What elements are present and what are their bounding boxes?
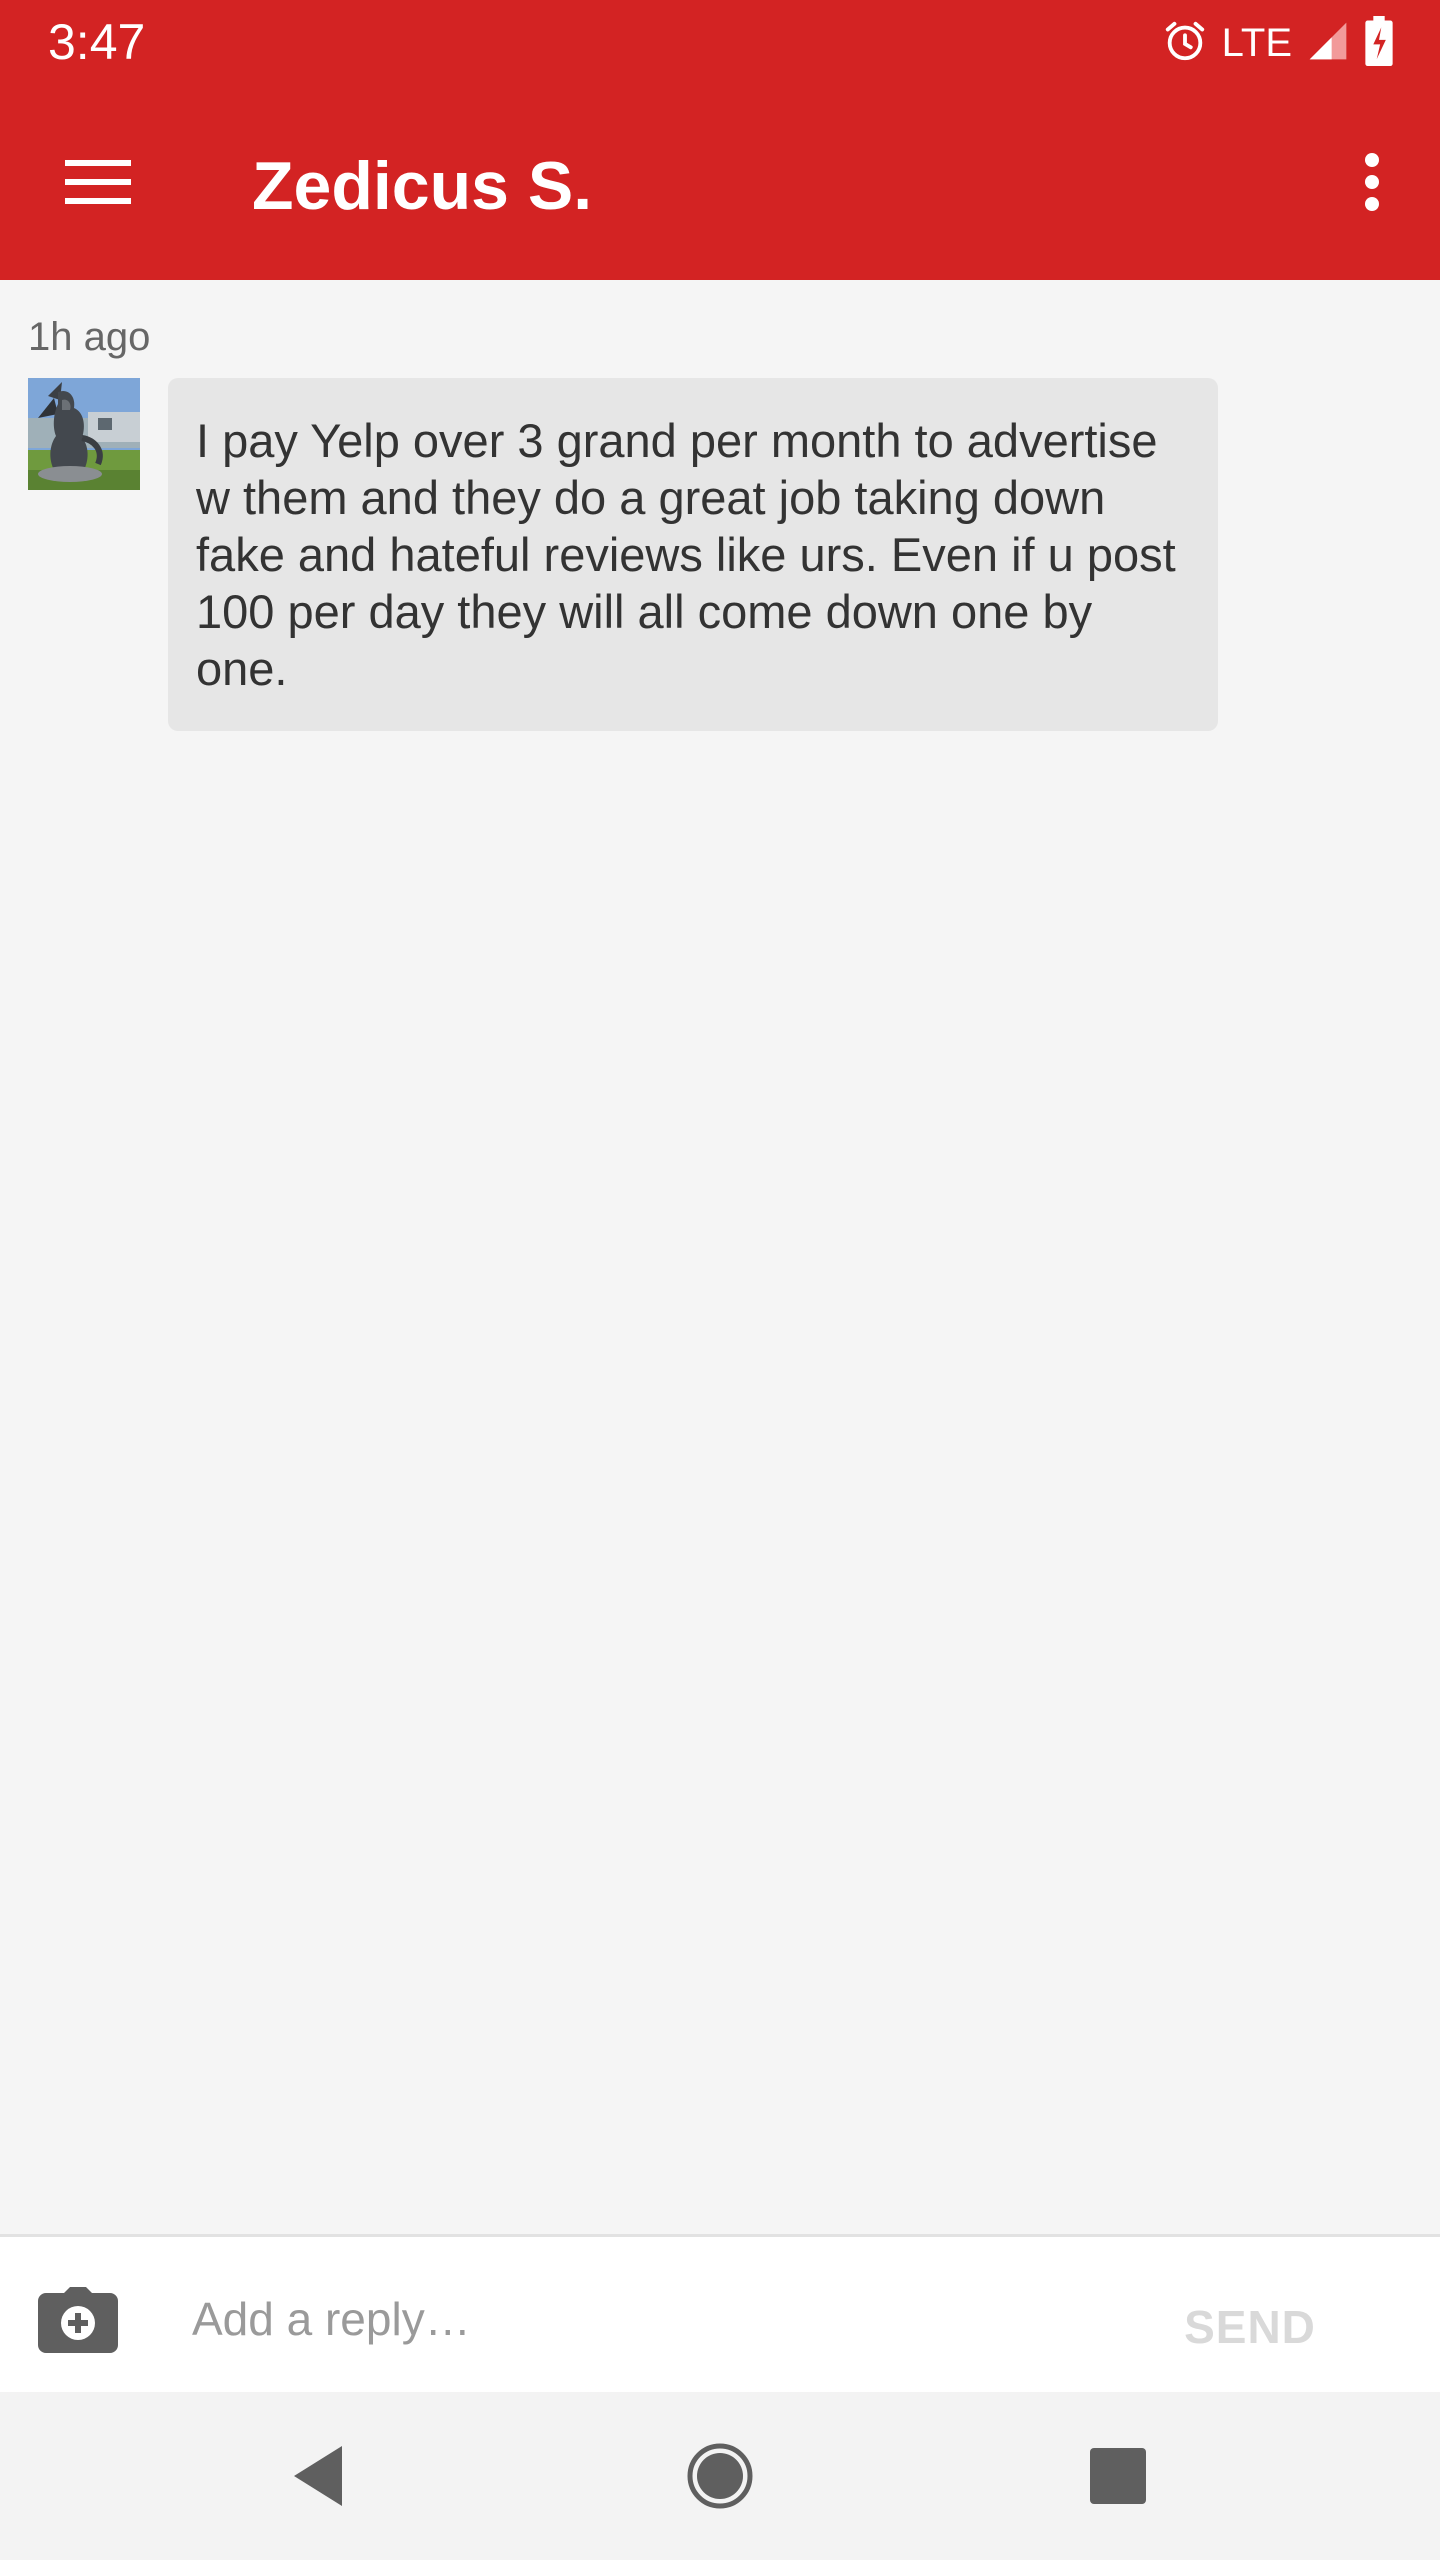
signal-icon [1306,19,1350,68]
send-button[interactable]: SEND [1170,2291,1330,2363]
recents-button[interactable] [1068,2426,1168,2526]
message-bubble: I pay Yelp over 3 grand per month to adv… [168,378,1218,731]
alarm-icon [1162,18,1208,69]
gargoyle-statue-photo [28,378,140,490]
status-time: 3:47 [48,14,146,70]
network-type-label: LTE [1221,21,1292,65]
page-title: Zedicus S. [252,148,593,224]
home-button[interactable] [670,2426,770,2526]
back-button[interactable] [268,2426,368,2526]
menu-button[interactable] [50,140,146,224]
status-icons: LTE [1162,15,1394,71]
app-bar: Zedicus S. [0,84,1440,280]
reply-bar: SEND [0,2234,1440,2392]
hamburger-menu-icon [65,160,131,204]
more-vert-icon [1365,153,1379,211]
add-photo-camera-icon [38,2287,118,2353]
status-bar: 3:47 LTE [0,0,1440,84]
reply-input[interactable] [192,2273,1132,2365]
battery-charging-icon [1364,15,1394,71]
add-photo-button[interactable] [38,2287,122,2359]
screen: 3:47 LTE Zedicus S. 1h ago I pay Yelp ov… [0,0,1440,2560]
avatar[interactable] [28,378,140,490]
system-nav-bar [0,2392,1440,2560]
overflow-menu-button[interactable] [1330,140,1414,224]
message-timestamp: 1h ago [28,315,151,359]
home-icon [687,2443,753,2509]
back-icon [294,2446,342,2506]
recents-icon [1090,2448,1146,2504]
